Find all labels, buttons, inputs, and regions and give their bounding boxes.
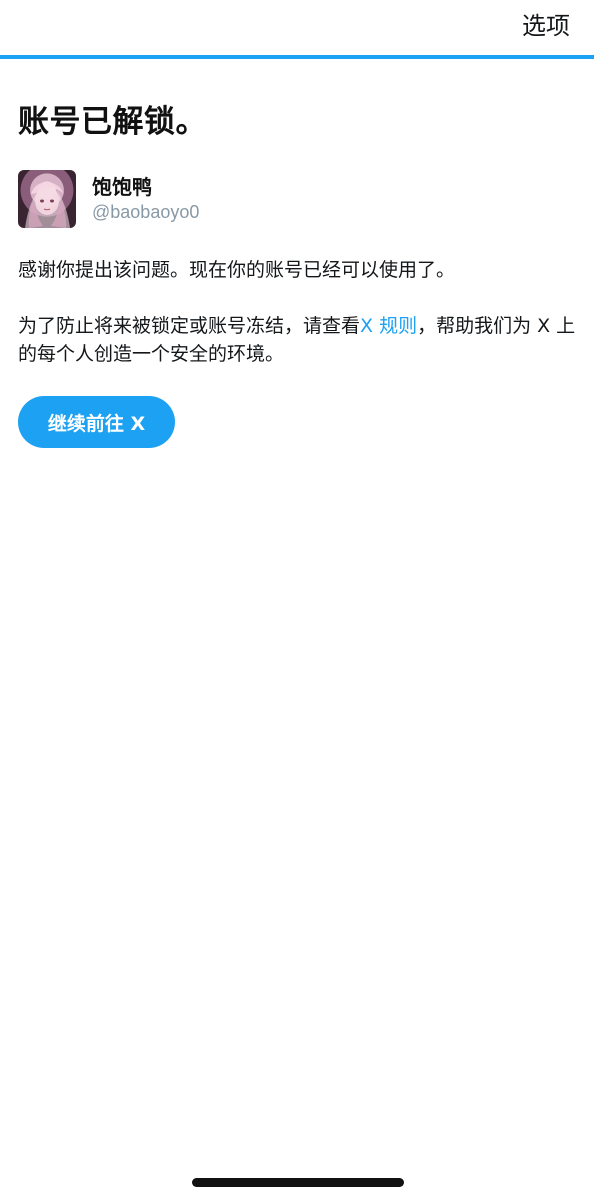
- progress-bar: [0, 55, 594, 59]
- anime-avatar-image: [25, 182, 70, 228]
- avatar: [18, 170, 76, 228]
- message-paragraph-2-before: 为了防止将来被锁定或账号冻结，请查看: [18, 315, 361, 337]
- top-bar: 选项: [0, 0, 594, 56]
- x-rules-link[interactable]: X 规则: [360, 315, 417, 337]
- unlock-message: 感谢你提出该问题。现在你的账号已经可以使用了。 为了防止将来被锁定或账号冻结，请…: [18, 256, 576, 368]
- continue-to-x-button[interactable]: 继续前往 X: [18, 396, 175, 448]
- home-indicator: [192, 1178, 404, 1187]
- page-title: 账号已解锁。: [18, 104, 207, 140]
- unlock-content: 账号已解锁。 饱饱鸭 @baobaoyo0 感谢你提出该问题。现在你的账号已经可…: [18, 100, 576, 448]
- message-paragraph-2: 为了防止将来被锁定或账号冻结，请查看X 规则，帮助我们为 X 上的每个人创造一个…: [18, 312, 576, 368]
- profile-text: 饱饱鸭 @baobaoyo0: [92, 174, 199, 224]
- message-paragraph-1: 感谢你提出该问题。现在你的账号已经可以使用了。: [18, 259, 456, 281]
- profile-summary: 饱饱鸭 @baobaoyo0: [18, 170, 576, 228]
- user-handle: @baobaoyo0: [92, 202, 200, 222]
- options-button[interactable]: 选项: [522, 10, 570, 42]
- display-name: 饱饱鸭: [92, 175, 152, 199]
